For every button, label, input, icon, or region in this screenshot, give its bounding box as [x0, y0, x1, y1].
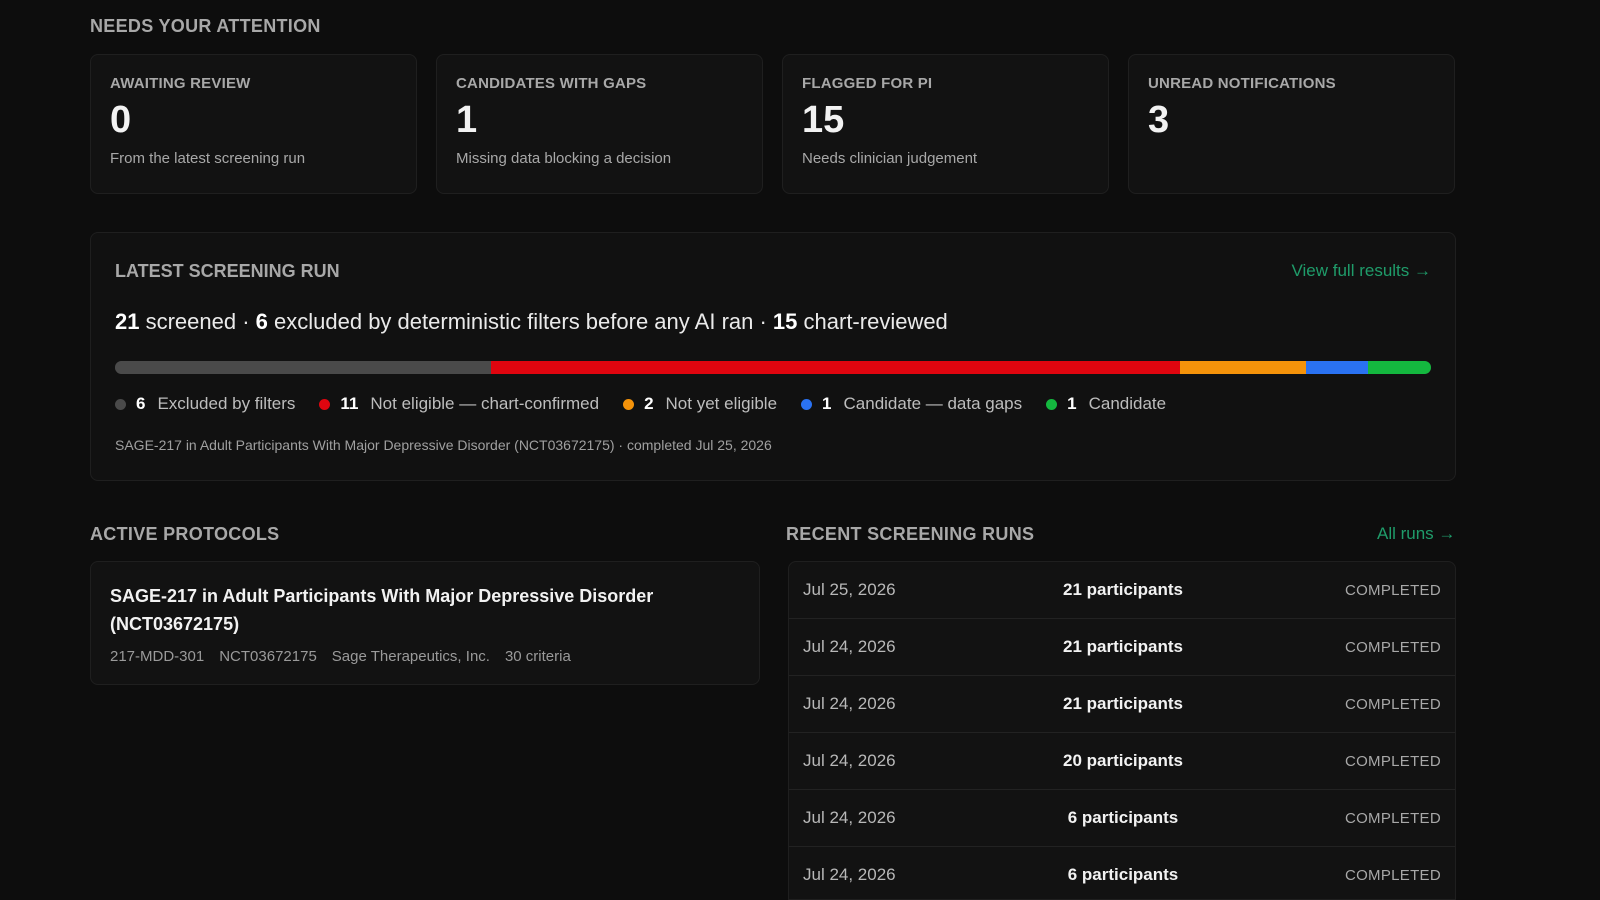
legend-dot	[115, 398, 126, 410]
run-row[interactable]: Jul 24, 2026 6 participants COMPLETED	[789, 790, 1455, 847]
stat-subtitle: Missing data blocking a decision	[456, 150, 672, 167]
run-summary: 21 screened · 6 excluded by deterministi…	[115, 309, 948, 335]
protocol-meta: 217-MDD-301 NCT03672175 Sage Therapeutic…	[110, 648, 740, 665]
run-row[interactable]: Jul 24, 2026 6 participants COMPLETED	[789, 847, 1455, 899]
run-status: COMPLETED	[1344, 696, 1441, 713]
flagged-for-pi-card[interactable]: FLAGGED FOR PI 15 Needs clinician judgem…	[782, 54, 1109, 194]
legend-dot	[623, 398, 635, 410]
unread-notifications-card[interactable]: UNREAD NOTIFICATIONS 3	[1128, 54, 1455, 194]
latest-run-title: LATEST SCREENING RUN	[115, 261, 340, 281]
run-status: COMPLETED	[1344, 582, 1441, 599]
run-date: Jul 24, 2026	[803, 865, 896, 884]
legend-count: 11	[340, 394, 359, 413]
reviewed-text: chart-reviewed	[797, 309, 948, 334]
run-date: Jul 24, 2026	[803, 637, 896, 656]
legend-count: 6	[136, 394, 146, 413]
protocol-name: SAGE-217 in Adult Participants With Majo…	[110, 586, 654, 634]
stat-subtitle: Needs clinician judgement	[802, 150, 978, 167]
legend-label: Candidate — data gaps	[843, 394, 1023, 413]
stat-value: 15	[802, 99, 845, 141]
legend-label: Not eligible — chart-confirmed	[370, 394, 600, 413]
stat-label: AWAITING REVIEW	[110, 75, 251, 92]
legend-label: Candidate	[1088, 394, 1167, 413]
protocol-code: 217-MDD-301	[110, 648, 205, 665]
reviewed-count: 15	[772, 309, 798, 334]
stat-value: 3	[1148, 99, 1170, 141]
run-status: COMPLETED	[1344, 753, 1441, 770]
attention-section-title: NEEDS YOUR ATTENTION	[90, 16, 321, 36]
run-row[interactable]: Jul 24, 2026 20 participants COMPLETED	[789, 733, 1455, 790]
run-participants: 6 participants	[1067, 808, 1179, 827]
legend-dot	[1046, 398, 1058, 410]
legend-candidate: 1 Candidate	[1046, 394, 1166, 414]
run-meta: SAGE-217 in Adult Participants With Majo…	[115, 437, 772, 453]
screened-text: screened ·	[139, 309, 256, 334]
latest-screening-run-card: LATEST SCREENING RUN View full results →…	[90, 232, 1456, 481]
legend-excluded-by-filters: 6 Excluded by filters	[115, 394, 295, 414]
bar-segment-3	[1305, 361, 1369, 374]
stat-value: 1	[456, 99, 478, 141]
screened-count: 21	[115, 309, 140, 334]
legend-count: 1	[822, 394, 832, 413]
run-date: Jul 24, 2026	[803, 694, 896, 713]
stat-label: FLAGGED FOR PI	[802, 75, 933, 92]
legend-dot	[319, 398, 331, 410]
legend-not-eligible: 11 Not eligible — chart-confirmed	[319, 394, 599, 414]
run-date: Jul 24, 2026	[803, 751, 896, 770]
recent-runs-table: Jul 25, 2026 21 participants COMPLETED J…	[788, 561, 1456, 900]
all-runs-link[interactable]: All runs →	[1377, 524, 1455, 544]
candidates-with-gaps-card[interactable]: CANDIDATES WITH GAPS 1 Missing data bloc…	[436, 54, 763, 194]
protocol-nct: NCT03672175	[219, 648, 317, 665]
run-date: Jul 24, 2026	[803, 808, 896, 827]
legend-not-yet-eligible: 2 Not yet eligible	[623, 394, 777, 414]
run-participants: 6 participants	[1067, 865, 1179, 884]
legend-label: Not yet eligible	[665, 394, 778, 413]
run-participants: 20 participants	[1063, 751, 1183, 770]
run-status: COMPLETED	[1344, 867, 1441, 884]
stat-label: CANDIDATES WITH GAPS	[456, 75, 647, 92]
run-row[interactable]: Jul 25, 2026 21 participants COMPLETED	[789, 562, 1455, 619]
protocol-criteria: 30 criteria	[504, 648, 571, 665]
stat-value: 0	[110, 99, 132, 141]
run-row[interactable]: Jul 24, 2026 21 participants COMPLETED	[789, 619, 1455, 676]
protocol-sponsor: Sage Therapeutics, Inc.	[331, 648, 490, 665]
bar-segment-4	[1368, 361, 1431, 374]
protocol-card[interactable]: SAGE-217 in Adult Participants With Majo…	[90, 561, 760, 685]
run-participants: 21 participants	[1063, 580, 1183, 599]
legend-dot	[801, 398, 813, 410]
legend-candidate-data-gaps: 1 Candidate — data gaps	[801, 394, 1022, 414]
run-status: COMPLETED	[1344, 810, 1441, 827]
stat-label: UNREAD NOTIFICATIONS	[1148, 75, 1336, 92]
legend-count: 1	[1067, 394, 1077, 413]
run-participants: 21 participants	[1063, 637, 1183, 656]
run-date: Jul 25, 2026	[803, 580, 896, 599]
legend-count: 2	[644, 394, 654, 413]
recent-runs-title: RECENT SCREENING RUNS	[786, 524, 1035, 544]
run-row[interactable]: Jul 24, 2026 21 participants COMPLETED	[789, 676, 1455, 733]
bar-segment-1	[491, 361, 1181, 374]
stat-subtitle: From the latest screening run	[110, 150, 306, 167]
breakdown-legend: 6 Excluded by filters 11 Not eligible — …	[115, 394, 1190, 414]
run-status: COMPLETED	[1344, 639, 1441, 656]
awaiting-review-card[interactable]: AWAITING REVIEW 0 From the latest screen…	[90, 54, 417, 194]
run-participants: 21 participants	[1063, 694, 1183, 713]
screening-breakdown-bar	[115, 361, 1431, 374]
bar-segment-0	[115, 361, 491, 374]
bar-segment-2	[1180, 361, 1306, 374]
legend-label: Excluded by filters	[157, 394, 296, 413]
excluded-count: 6	[255, 309, 268, 334]
active-protocols-title: ACTIVE PROTOCOLS	[90, 524, 280, 544]
view-full-results-link[interactable]: View full results →	[1291, 261, 1431, 281]
excluded-text: excluded by deterministic filters before…	[267, 309, 773, 334]
